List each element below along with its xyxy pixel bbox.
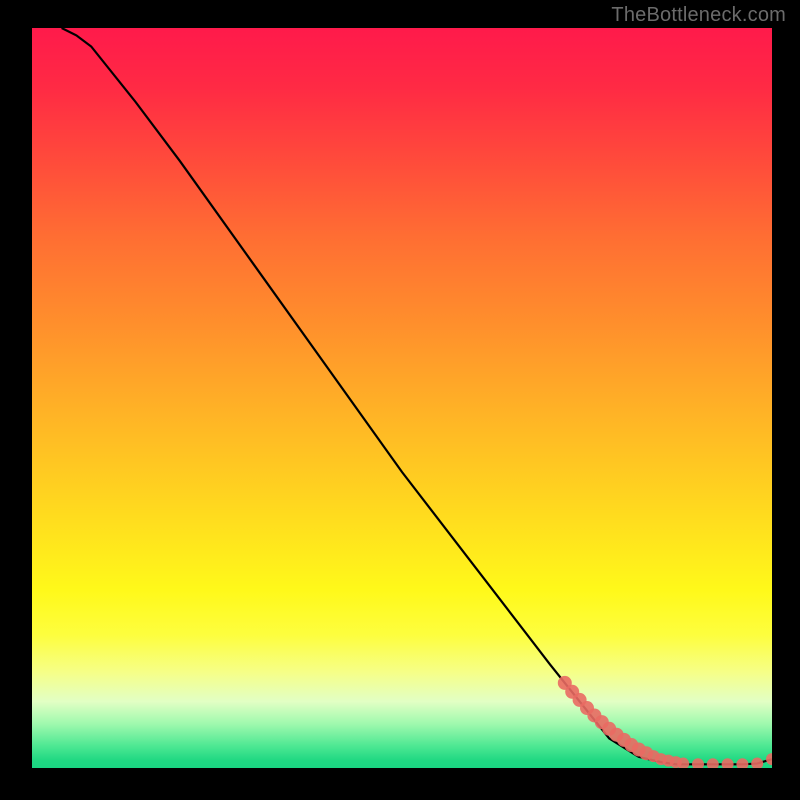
data-point [707, 758, 719, 768]
chart-frame: TheBottleneck.com [0, 0, 800, 800]
watermark-text: TheBottleneck.com [611, 4, 786, 27]
data-point [736, 758, 748, 768]
bottleneck-curve [62, 28, 772, 764]
data-point [722, 758, 734, 768]
data-point [766, 753, 772, 765]
curve-line [62, 28, 772, 764]
data-point [692, 758, 704, 768]
data-point [751, 758, 763, 768]
scatter-points [558, 676, 772, 768]
chart-svg [32, 28, 772, 768]
